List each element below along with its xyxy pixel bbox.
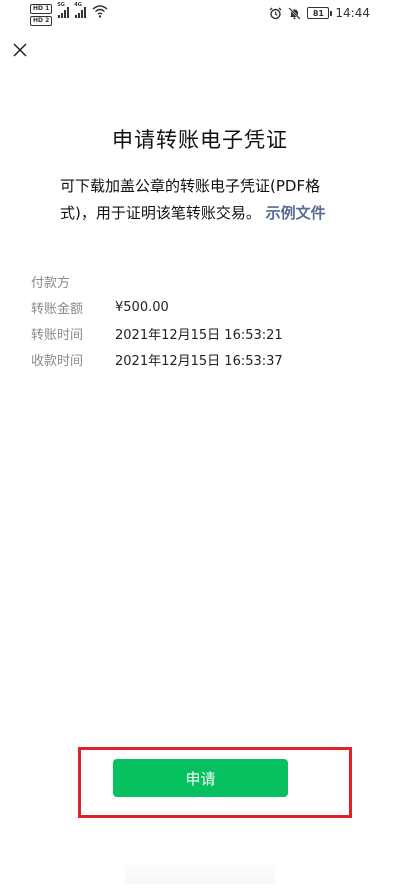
info-row-transfer-time: 转账时间 2021年12月15日 16:53:21 (31, 320, 371, 346)
alarm-icon (269, 7, 282, 19)
status-left: HD 1 HD 2 5G 4G (30, 2, 108, 26)
transfer-info: 付款方 转账金额 ¥500.00 转账时间 2021年12月15日 16:53:… (31, 268, 371, 372)
transfer-time-value: 2021年12月15日 16:53:21 (115, 327, 283, 343)
info-row-payer: 付款方 (31, 268, 371, 294)
receive-time-label: 收款时间 (31, 353, 84, 369)
screen: HD 1 HD 2 5G 4G 81 14:44 申请转账电子凭证 可下载加盖公… (0, 0, 400, 888)
page-title: 申请转账电子凭证 (112, 128, 288, 152)
hd-badge-2: HD 2 (30, 16, 53, 26)
mute-bell-icon (288, 6, 302, 20)
battery-icon: 81 (307, 7, 333, 19)
hd-badge-1: HD 1 (30, 4, 53, 14)
description: 可下载加盖公章的转账电子凭证(PDF格式)，用于证明该笔转账交易。 示例文件 (60, 173, 350, 227)
transfer-time-label: 转账时间 (31, 327, 84, 343)
clock: 14:44 (335, 6, 370, 20)
apply-button[interactable]: 申请 (113, 759, 288, 797)
close-button[interactable] (8, 38, 32, 62)
amount-label: 转账金额 (31, 301, 84, 317)
info-row-receive-time: 收款时间 2021年12月15日 16:53:37 (31, 346, 371, 372)
status-bar: HD 1 HD 2 5G 4G 81 14:44 (0, 0, 400, 28)
hd-badges: HD 1 HD 2 (30, 4, 53, 26)
status-right: 81 14:44 (269, 6, 370, 20)
wifi-icon (92, 5, 108, 18)
amount-value: ¥500.00 (115, 299, 169, 315)
bottom-fade (125, 860, 275, 884)
network-type-2: 4G (74, 2, 82, 8)
battery-level: 81 (312, 8, 324, 18)
sample-file-link[interactable]: 示例文件 (266, 204, 326, 222)
close-icon (13, 43, 27, 57)
info-row-amount: 转账金额 ¥500.00 (31, 294, 371, 320)
receive-time-value: 2021年12月15日 16:53:37 (115, 353, 283, 369)
network-type-1: 5G (57, 2, 65, 8)
signal-icon-2: 4G (74, 2, 87, 18)
payer-label: 付款方 (31, 275, 71, 291)
signal-icon-1: 5G (57, 2, 70, 18)
